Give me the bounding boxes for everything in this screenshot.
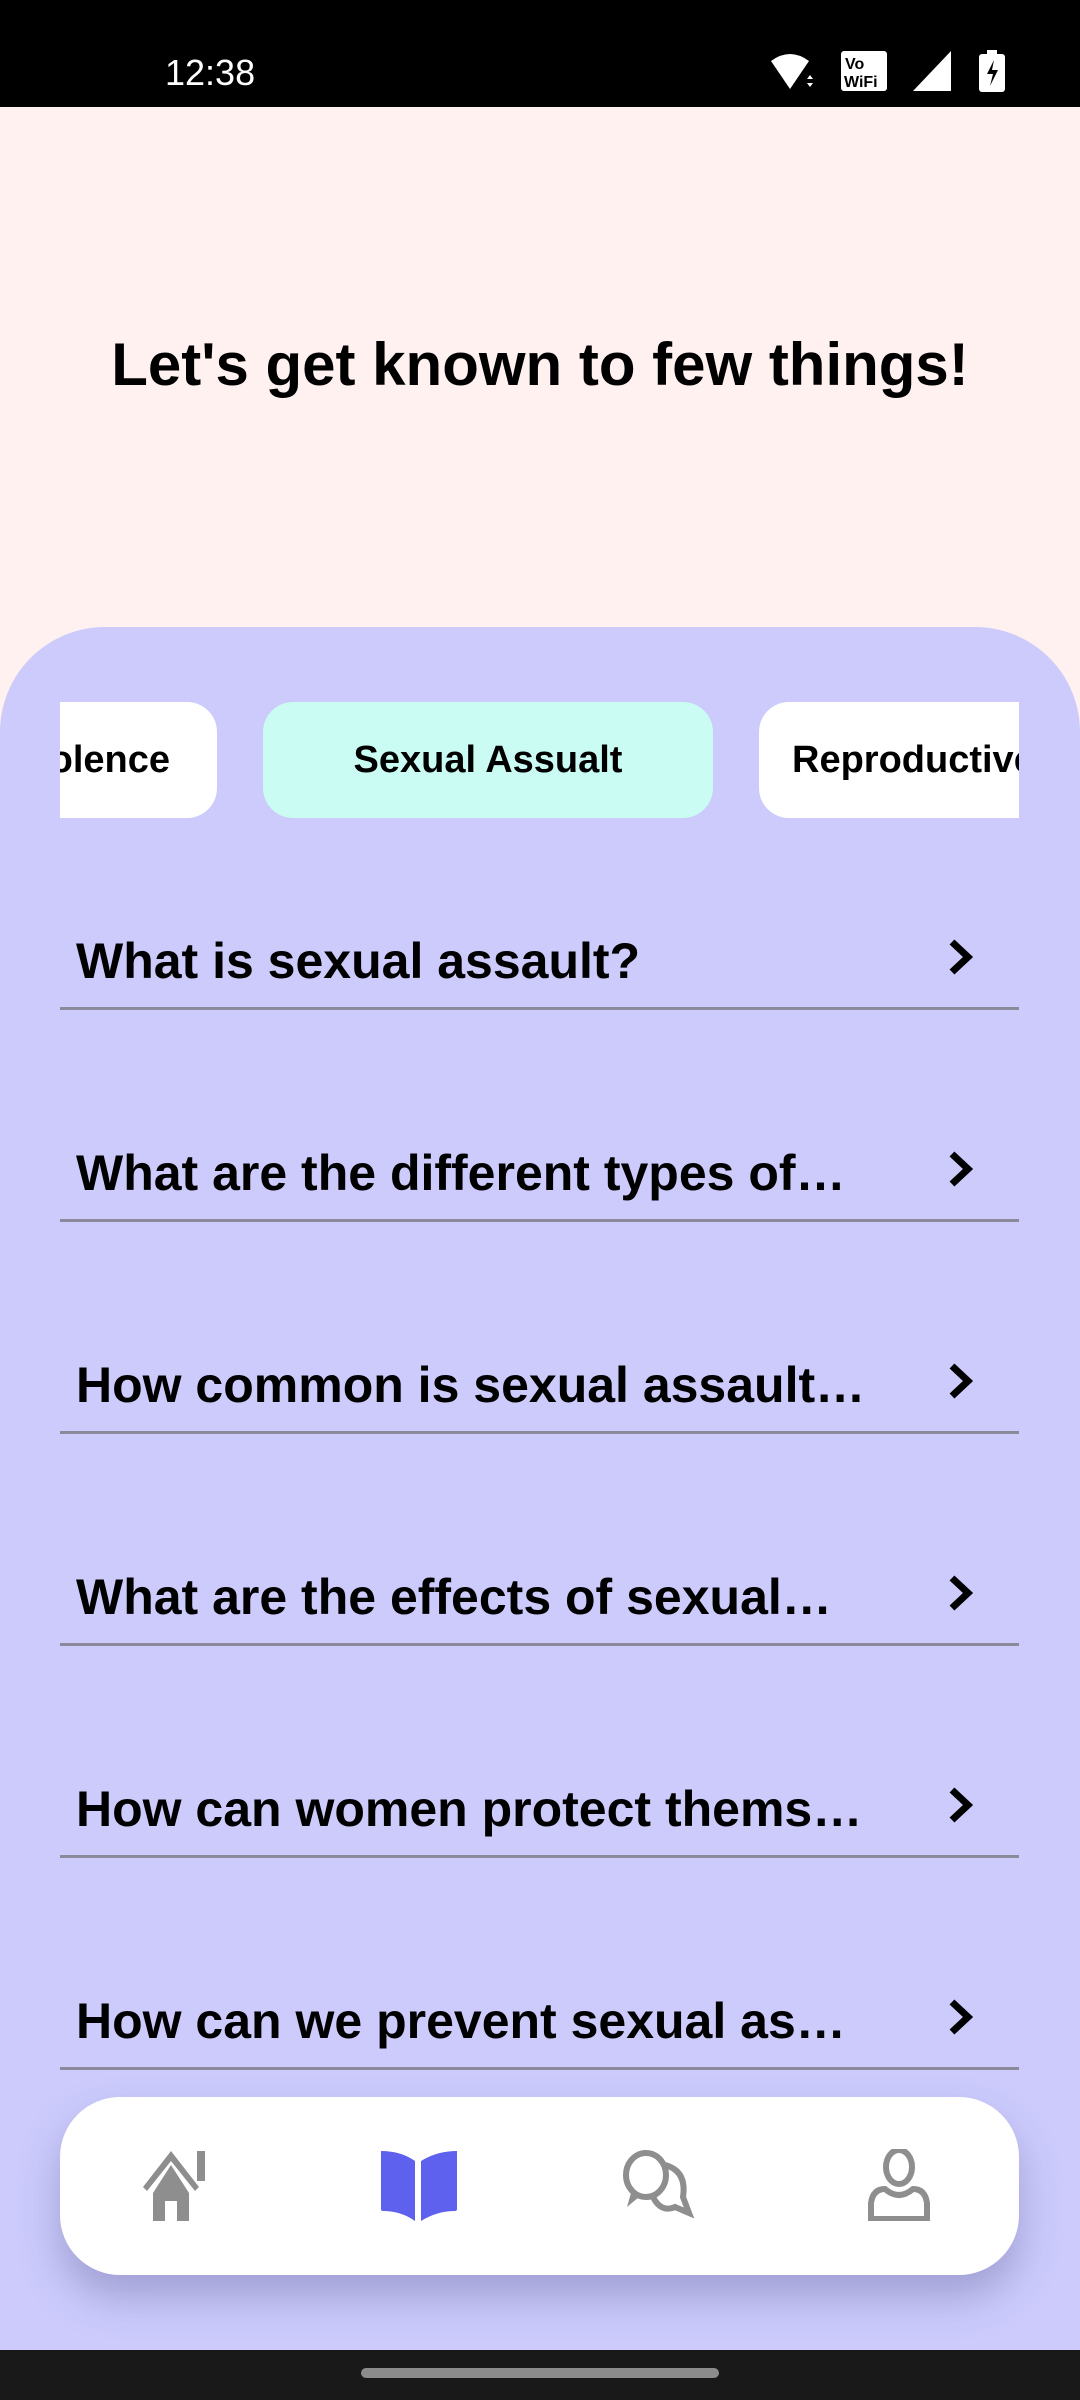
- question-text: How common is sexual assault…: [76, 1357, 866, 1413]
- chevron-right-icon: [949, 1999, 974, 2035]
- battery-charging-icon: [979, 50, 1005, 92]
- question-item[interactable]: What are the effects of sexual…: [60, 1536, 1019, 1646]
- question-text: What are the effects of sexual…: [76, 1569, 832, 1625]
- chevron-right-icon: [949, 1363, 974, 1399]
- system-navigation-bar: [0, 2350, 1080, 2400]
- question-item[interactable]: How can women protect thems…: [60, 1748, 1019, 1858]
- chevron-right-icon: [949, 1787, 974, 1823]
- signal-icon: [913, 51, 951, 91]
- question-item[interactable]: What is sexual assault?: [60, 900, 1019, 1010]
- chat-icon[interactable]: [621, 2149, 697, 2221]
- wifi-icon: [771, 54, 813, 89]
- question-text: How can women protect thems…: [76, 1781, 863, 1837]
- clock: 12:38: [165, 52, 256, 93]
- home-icon[interactable]: [141, 2149, 217, 2221]
- tab-label: Domestic Violence: [60, 738, 170, 781]
- status-bar: 12:38 Vo WiFi: [0, 0, 1080, 107]
- question-text: What is sexual assault?: [76, 933, 641, 989]
- tab-reproductive[interactable]: Reproductive: [759, 702, 1019, 818]
- tab-label: Sexual Assualt: [353, 738, 623, 781]
- chevron-right-icon: [949, 1151, 974, 1187]
- tab-label: Reproductive: [792, 738, 1019, 781]
- tab-sexual-assault[interactable]: Sexual Assualt: [263, 702, 713, 818]
- question-text: What are the different types of…: [76, 1145, 846, 1201]
- question-item[interactable]: What are the different types of…: [60, 1112, 1019, 1222]
- svg-text:Vo: Vo: [845, 56, 864, 73]
- svg-text:WiFi: WiFi: [844, 74, 878, 91]
- page-title: Let's get known to few things!: [111, 331, 969, 398]
- profile-icon[interactable]: [861, 2149, 937, 2221]
- bottom-navigation: [60, 2097, 1019, 2275]
- question-text: How can we prevent sexual as…: [76, 1993, 846, 2049]
- chevron-right-icon: [949, 939, 974, 975]
- category-tabs[interactable]: Domestic Violence Sexual Assualt Reprodu…: [60, 702, 1019, 818]
- chevron-right-icon: [949, 1575, 974, 1611]
- book-icon[interactable]: [381, 2149, 457, 2221]
- content-panel: [0, 627, 1080, 2350]
- tab-domestic-violence[interactable]: Domestic Violence: [60, 702, 217, 818]
- question-item[interactable]: How common is sexual assault…: [60, 1324, 1019, 1434]
- home-gesture-handle[interactable]: [361, 2368, 719, 2378]
- vowifi-icon: VoWiFi: [841, 51, 887, 91]
- question-item[interactable]: How can we prevent sexual as…: [60, 1960, 1019, 2070]
